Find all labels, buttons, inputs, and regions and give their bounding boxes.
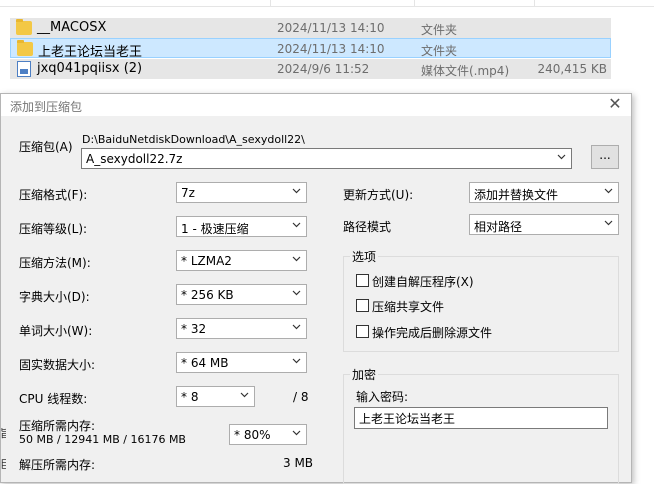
browse-button[interactable]: ... (591, 145, 619, 169)
dictionary-label: 字典大小(D): (19, 290, 90, 304)
file-type: 媒体文件(.mp4) (421, 64, 510, 78)
compress-memory-label: 压缩所需内存: (19, 419, 96, 433)
chevron-down-icon (292, 322, 301, 330)
level-value: 1 - 极速压缩 (181, 222, 249, 236)
shared-files-checkbox[interactable] (356, 299, 369, 312)
folder-icon (17, 40, 33, 56)
file-row[interactable]: 上老王论坛当老王 2024/11/13 14:10 文件夹 (10, 38, 611, 60)
chevron-down-icon (292, 220, 301, 228)
chevron-down-icon (604, 218, 613, 226)
update-mode-label: 更新方式(U): (343, 188, 414, 202)
compress-memory-value: 50 MB / 12941 MB / 16176 MB (19, 433, 186, 446)
column-separator (414, 0, 415, 6)
method-value: * LZMA2 (181, 254, 232, 268)
background-text-fragment: 旨 (0, 427, 6, 439)
cpu-threads-label: CPU 线程数: (19, 392, 88, 406)
cpu-threads-select[interactable]: * 8 (176, 386, 255, 407)
options-group-title: 选项 (350, 248, 379, 265)
file-row[interactable]: jxq041pqiisx (2) 2024/9/6 11:52 媒体文件(.mp… (10, 59, 611, 79)
delete-after-checkbox[interactable] (356, 325, 369, 338)
encryption-group-title: 加密 (350, 366, 379, 383)
chevron-down-icon (292, 288, 301, 296)
password-value: 上老王论坛当老王 (359, 412, 456, 426)
path-mode-value: 相对路径 (474, 220, 523, 234)
method-label: 压缩方法(M): (19, 256, 91, 270)
column-separator (534, 0, 535, 6)
level-label: 压缩等级(L): (19, 222, 88, 236)
dialog-titlebar: 添加到压缩包 ✕ (1, 94, 631, 116)
sfx-checkbox[interactable] (356, 274, 369, 287)
decompress-memory-label: 解压所需内存: (19, 458, 96, 472)
level-select[interactable]: 1 - 极速压缩 (176, 216, 307, 237)
update-mode-select[interactable]: 添加并替换文件 (469, 182, 619, 203)
dialog-title: 添加到压缩包 (10, 100, 83, 114)
cpu-threads-value: * 8 (181, 390, 199, 404)
word-size-select[interactable]: * 32 (176, 318, 307, 339)
file-type: 文件夹 (421, 44, 458, 58)
file-size: 240,415 KB (537, 62, 607, 76)
password-input[interactable]: 上老王论坛当老王 (354, 407, 608, 429)
chevron-down-icon (292, 428, 301, 436)
chevron-down-icon (292, 254, 301, 262)
chevron-down-icon (292, 186, 301, 194)
folder-icon (16, 19, 32, 35)
file-name: 上老王论坛当老王 (38, 45, 143, 60)
sfx-label: 创建自解压程序(X) (372, 275, 474, 289)
file-name: __MACOSX (37, 20, 107, 35)
chevron-down-icon (604, 186, 613, 194)
column-header-strip (0, 0, 654, 7)
column-separator (270, 0, 271, 6)
word-size-label: 单词大小(W): (19, 324, 93, 338)
format-label: 压缩格式(F): (19, 188, 88, 202)
password-label: 输入密码: (356, 390, 409, 404)
memory-percent-select[interactable]: * 80% (229, 424, 307, 445)
file-date: 2024/11/13 14:10 (277, 42, 385, 56)
background-text-fragment: 巨 (0, 458, 6, 470)
file-row[interactable]: __MACOSX 2024/11/13 14:10 文件夹 (10, 18, 611, 38)
delete-after-label: 操作完成后删除源文件 (372, 326, 493, 340)
file-date: 2024/11/13 14:10 (277, 21, 385, 35)
format-select[interactable]: 7z (176, 182, 307, 203)
archive-label: 压缩包(A) (19, 140, 73, 154)
format-value: 7z (181, 186, 195, 200)
video-file-icon (17, 61, 31, 77)
cpu-threads-total: / 8 (293, 390, 309, 404)
file-date: 2024/9/6 11:52 (277, 62, 370, 76)
memory-percent-value: * 80% (234, 428, 271, 442)
file-explorer-list: __MACOSX 2024/11/13 14:10 文件夹 上老王论坛当老王 2… (0, 0, 654, 96)
dictionary-value: * 256 KB (181, 288, 234, 302)
solid-size-label: 固实数据大小: (19, 358, 96, 372)
chevron-down-icon (240, 390, 249, 398)
path-mode-select[interactable]: 相对路径 (469, 214, 619, 235)
archive-name-value: A_sexydoll22.7z (86, 152, 183, 166)
chevron-down-icon (292, 356, 301, 364)
archive-name-input[interactable]: A_sexydoll22.7z (81, 148, 572, 169)
close-icon[interactable]: ✕ (607, 96, 623, 112)
archive-path: D:\BaiduNetdiskDownload\A_sexydoll22\ (82, 133, 305, 146)
path-mode-label: 路径模式 (343, 220, 392, 234)
method-select[interactable]: * LZMA2 (176, 250, 307, 271)
word-size-value: * 32 (181, 322, 207, 336)
decompress-memory-value: 3 MB (283, 456, 314, 470)
shared-files-label: 压缩共享文件 (372, 300, 445, 314)
file-name: jxq041pqiisx (2) (37, 61, 143, 76)
chevron-down-icon (557, 152, 566, 160)
update-mode-value: 添加并替换文件 (474, 188, 559, 202)
solid-size-select[interactable]: * 64 MB (176, 352, 307, 373)
dictionary-select[interactable]: * 256 KB (176, 284, 307, 305)
add-to-archive-dialog: 添加到压缩包 ✕ 压缩包(A) D:\BaiduNetdiskDownload\… (0, 93, 632, 484)
solid-size-value: * 64 MB (181, 356, 229, 370)
file-type: 文件夹 (421, 23, 458, 37)
